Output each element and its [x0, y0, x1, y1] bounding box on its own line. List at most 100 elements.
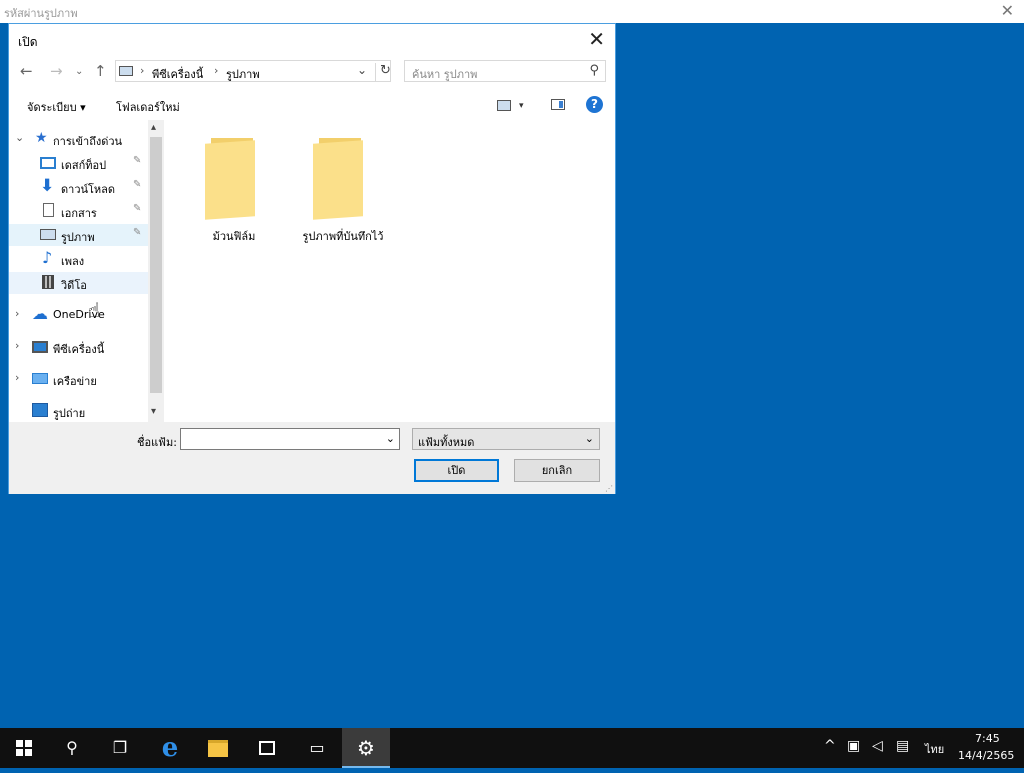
- open-file-dialog: เปิด ✕ ← → ⌄ ↑ › พีซีเครื่องนี้ › รูปภาพ…: [8, 23, 616, 494]
- folder-label: ม้วนฟิล์ม: [212, 230, 256, 243]
- expand-icon[interactable]: ›: [15, 307, 19, 320]
- nav-item-videos[interactable]: วิดีโอ: [9, 272, 148, 294]
- address-bar[interactable]: › พีซีเครื่องนี้ › รูปภาพ ⌄ ↻: [115, 60, 391, 82]
- nav-label: รูปภาพ: [61, 231, 95, 244]
- desktop-icon: [40, 157, 56, 169]
- clock-time[interactable]: 7:45: [975, 732, 1000, 745]
- breadcrumb-separator: ›: [140, 64, 145, 77]
- filetype-select[interactable]: แฟ้มทั้งหมด ⌄: [412, 428, 600, 450]
- preview-pane-button[interactable]: [551, 99, 565, 110]
- chevron-down-icon[interactable]: ⌄: [386, 432, 395, 445]
- store-taskbar-button[interactable]: [243, 728, 291, 768]
- nav-item-onedrive[interactable]: › ☁ OneDrive: [9, 304, 148, 326]
- star-icon: ★: [35, 130, 48, 146]
- search-placeholder: ค้นหา รูปภาพ: [412, 68, 478, 81]
- open-button[interactable]: เปิด: [414, 459, 499, 482]
- nav-label: เดสก์ท็อป: [61, 159, 107, 172]
- hand-cursor-icon: ☝: [88, 298, 101, 322]
- pin-icon: ✎: [133, 227, 142, 238]
- nav-label: วิดีโอ: [61, 279, 87, 292]
- navigation-scrollbar[interactable]: ▴ ▾: [148, 120, 164, 422]
- show-hidden-icons-button[interactable]: ^: [824, 738, 836, 754]
- chevron-down-icon: ▾: [519, 101, 524, 111]
- refresh-button[interactable]: ↻: [375, 63, 391, 81]
- nav-item-this-pc[interactable]: › พีซีเครื่องนี้: [9, 336, 148, 358]
- folder-icon: [205, 136, 259, 220]
- cancel-button[interactable]: ยกเลิก: [514, 459, 600, 482]
- back-button[interactable]: ←: [20, 62, 33, 80]
- pin-icon: ✎: [133, 203, 142, 214]
- folder-item-camera-roll[interactable]: ม้วนฟิล์ม: [169, 136, 269, 246]
- search-icon: ⚲: [589, 63, 599, 78]
- gear-icon: ⚙: [357, 736, 375, 760]
- devices-icon: ▭: [309, 738, 325, 757]
- address-dropdown-button[interactable]: ⌄: [357, 63, 367, 77]
- pin-icon: ✎: [133, 179, 142, 190]
- resize-grip-icon[interactable]: ⋰: [605, 484, 613, 493]
- pictures-icon: [119, 66, 133, 76]
- store-icon: [259, 741, 275, 755]
- scrollbar-thumb[interactable]: [150, 137, 162, 393]
- forward-button[interactable]: →: [50, 62, 63, 80]
- expand-icon[interactable]: ›: [15, 371, 19, 384]
- search-button[interactable]: ⚲: [48, 728, 96, 768]
- breadcrumb-pictures[interactable]: รูปภาพ: [226, 65, 260, 83]
- nav-label: พีซีเครื่องนี้: [53, 343, 105, 356]
- nav-quick-access[interactable]: ⌄ ★ การเข้าถึงด่วน: [9, 128, 148, 150]
- taskbar: ⚲ ❐ e ▭ ⚙ ^ ▣ ◁ ▤ ไทย 7:45 14/4/2565: [0, 728, 1024, 768]
- scroll-up-icon[interactable]: ▴: [151, 122, 156, 133]
- nav-item-photos[interactable]: รูปถ่าย: [9, 400, 148, 422]
- volume-muted-icon[interactable]: ◁: [872, 738, 883, 754]
- breadcrumb-this-pc[interactable]: พีซีเครื่องนี้: [152, 65, 203, 83]
- nav-item-documents[interactable]: เอกสาร ✎: [9, 200, 148, 222]
- nav-item-network[interactable]: › เครือข่าย: [9, 368, 148, 390]
- task-view-icon: ❐: [112, 738, 128, 757]
- organize-button[interactable]: จัดระเบียบ ▾: [27, 98, 86, 116]
- nav-label: เพลง: [61, 255, 85, 268]
- action-center-icon[interactable]: ▤: [896, 738, 909, 754]
- nav-label: เครือข่าย: [53, 375, 97, 388]
- file-explorer-taskbar-button[interactable]: [194, 728, 242, 768]
- nav-item-pictures[interactable]: รูปภาพ ✎: [9, 224, 148, 246]
- dialog-close-button[interactable]: ✕: [588, 27, 605, 51]
- folder-icon: [313, 136, 367, 220]
- start-button[interactable]: [0, 728, 48, 768]
- background-window-titlebar: รหัสผ่านรูปภาพ ✕: [0, 0, 1024, 23]
- windows-logo-icon: [16, 740, 32, 756]
- network-status-icon[interactable]: ▣: [847, 738, 860, 754]
- nav-item-downloads[interactable]: ⬇ ดาวน์โหลด ✎: [9, 176, 148, 198]
- devices-taskbar-button[interactable]: ▭: [293, 728, 341, 768]
- collapse-icon[interactable]: ⌄: [15, 131, 24, 144]
- folder-label: รูปภาพที่บันทึกไว้: [302, 230, 384, 243]
- edge-taskbar-button[interactable]: e: [146, 728, 194, 768]
- document-icon: [43, 203, 54, 217]
- this-pc-icon: [32, 341, 48, 353]
- search-input[interactable]: ค้นหา รูปภาพ ⚲: [404, 60, 606, 82]
- view-icon: [497, 99, 511, 111]
- nav-label: การเข้าถึงด่วน: [53, 135, 123, 148]
- nav-label: รูปถ่าย: [53, 407, 86, 420]
- change-view-button[interactable]: ▾: [497, 98, 524, 111]
- nav-item-music[interactable]: ♪ เพลง: [9, 248, 148, 270]
- pin-icon: ✎: [133, 155, 142, 166]
- expand-icon[interactable]: ›: [15, 339, 19, 352]
- up-button[interactable]: ↑: [94, 62, 107, 80]
- recent-locations-button[interactable]: ⌄: [75, 66, 83, 77]
- task-view-button[interactable]: ❐: [96, 728, 144, 768]
- nav-item-desktop[interactable]: เดสก์ท็อป ✎: [9, 152, 148, 174]
- input-language-indicator[interactable]: ไทย: [925, 740, 944, 758]
- folder-item-saved-pictures[interactable]: รูปภาพที่บันทึกไว้: [277, 136, 383, 246]
- help-button[interactable]: ?: [586, 96, 603, 113]
- filename-input[interactable]: ⌄: [180, 428, 400, 450]
- background-close-button[interactable]: ✕: [1001, 1, 1014, 20]
- search-icon: ⚲: [66, 738, 78, 757]
- new-folder-button[interactable]: โฟลเดอร์ใหม่: [116, 98, 180, 116]
- clock-date[interactable]: 14/4/2565: [958, 749, 1014, 762]
- chevron-down-icon: ⌄: [584, 432, 594, 445]
- download-icon: ⬇: [40, 176, 55, 196]
- dialog-title: เปิด: [18, 35, 38, 49]
- nav-label: ดาวน์โหลด: [61, 183, 116, 196]
- breadcrumb-separator: ›: [214, 64, 219, 77]
- settings-taskbar-button[interactable]: ⚙: [342, 728, 390, 768]
- scroll-down-icon[interactable]: ▾: [151, 406, 156, 417]
